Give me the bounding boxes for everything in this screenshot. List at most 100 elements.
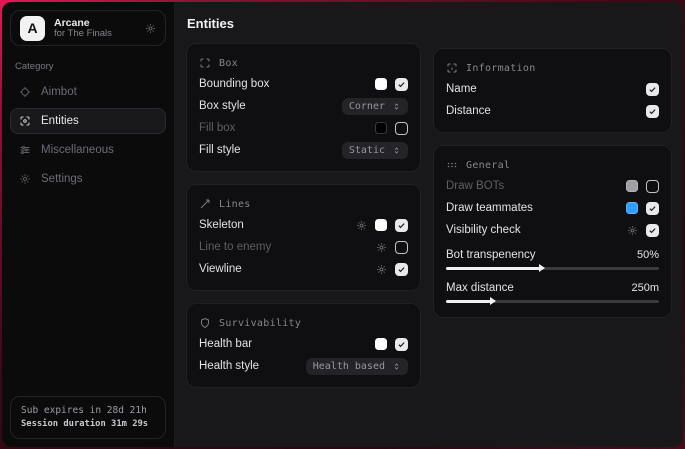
- setting-row: Draw teammates: [446, 197, 659, 219]
- setting-row: Visibility check: [446, 219, 659, 241]
- setting-row: Line to enemy: [199, 236, 408, 258]
- setting-row: Fill style Static: [199, 139, 408, 161]
- checkbox[interactable]: [646, 105, 659, 118]
- setting-row: Health bar: [199, 333, 408, 355]
- dropdown-value: Static: [349, 145, 385, 156]
- dropdown-value: Corner: [349, 101, 385, 112]
- dropdown[interactable]: Health based: [306, 358, 408, 375]
- chevrons-up-down-icon: [392, 362, 401, 371]
- gear-icon: [19, 173, 31, 185]
- app-window: A Arcane for The Finals Category Aimbot: [2, 2, 683, 447]
- setting-label: Bot transpenency: [446, 249, 637, 261]
- main-content: Entities Box Bounding box: [175, 2, 683, 447]
- checkbox[interactable]: [395, 219, 408, 232]
- slider-row: Max distance 250m: [446, 277, 659, 307]
- setting-row: Distance: [446, 100, 659, 122]
- section-title: General: [466, 160, 510, 171]
- checkbox[interactable]: [646, 224, 659, 237]
- slider-thumb[interactable]: [490, 297, 496, 305]
- setting-label: Visibility check: [446, 224, 627, 236]
- chevrons-up-down-icon: [392, 146, 401, 155]
- survivability-section: Survivability Health bar Health style: [186, 303, 421, 388]
- setting-label: Skeleton: [199, 219, 356, 231]
- general-section: General Draw BOTs Draw teammates: [433, 145, 672, 318]
- setting-label: Fill box: [199, 122, 375, 134]
- sidebar-item-label: Settings: [41, 173, 83, 185]
- checkbox[interactable]: [646, 202, 659, 215]
- setting-row: Draw BOTs: [446, 175, 659, 197]
- sidebar: A Arcane for The Finals Category Aimbot: [2, 2, 175, 447]
- setting-label: Distance: [446, 105, 646, 117]
- box-section: Box Bounding box Box style Corne: [186, 43, 421, 172]
- sidebar-item-settings[interactable]: Settings: [10, 166, 166, 192]
- diagonal-line-icon: [199, 198, 211, 210]
- section-title: Information: [466, 63, 536, 74]
- color-swatch[interactable]: [375, 338, 387, 350]
- section-title: Survivability: [219, 318, 301, 329]
- gear-icon[interactable]: [145, 23, 156, 34]
- sidebar-item-miscellaneous[interactable]: Miscellaneous: [10, 137, 166, 163]
- checkbox[interactable]: [646, 180, 659, 193]
- color-swatch[interactable]: [626, 180, 638, 192]
- checkbox[interactable]: [646, 83, 659, 96]
- slider[interactable]: [446, 267, 659, 270]
- slider-row: Bot transpenency 50%: [446, 244, 659, 274]
- sidebar-item-label: Aimbot: [41, 86, 77, 98]
- color-swatch[interactable]: [375, 122, 387, 134]
- page-title: Entities: [187, 16, 672, 31]
- setting-label: Name: [446, 83, 646, 95]
- color-swatch[interactable]: [375, 219, 387, 231]
- dropdown[interactable]: Corner: [342, 98, 408, 115]
- scan-icon: [19, 115, 31, 127]
- checkbox[interactable]: [395, 78, 408, 91]
- gear-icon[interactable]: [627, 225, 638, 236]
- gear-icon[interactable]: [356, 220, 367, 231]
- setting-label: Fill style: [199, 144, 342, 156]
- sidebar-nav: Aimbot Entities Miscellaneous Settings: [10, 79, 166, 192]
- crosshair-icon: [19, 86, 31, 98]
- brand-subtitle: for The Finals: [54, 29, 136, 40]
- box-corners-icon: [199, 57, 211, 69]
- setting-label: Health style: [199, 360, 306, 372]
- slider[interactable]: [446, 300, 659, 303]
- checkbox[interactable]: [395, 241, 408, 254]
- slider-thumb[interactable]: [539, 264, 545, 272]
- information-section: Information Name Distance: [433, 48, 672, 133]
- sidebar-item-aimbot[interactable]: Aimbot: [10, 79, 166, 105]
- dropdown-value: Health based: [313, 361, 385, 372]
- sidebar-item-label: Miscellaneous: [41, 144, 114, 156]
- setting-label: Draw BOTs: [446, 180, 626, 192]
- sidebar-item-entities[interactable]: Entities: [10, 108, 166, 134]
- sub-expires-text: Sub expires in 28d 21h: [21, 404, 155, 418]
- lines-section: Lines Skeleton Line to enemy: [186, 184, 421, 291]
- dropdown[interactable]: Static: [342, 142, 408, 159]
- slider-value: 250m: [631, 282, 659, 294]
- checkbox[interactable]: [395, 122, 408, 135]
- setting-row: Box style Corner: [199, 95, 408, 117]
- setting-row: Fill box: [199, 117, 408, 139]
- chevrons-up-down-icon: [392, 102, 401, 111]
- color-swatch[interactable]: [626, 202, 638, 214]
- setting-label: Health bar: [199, 338, 375, 350]
- checkbox[interactable]: [395, 263, 408, 276]
- checkbox[interactable]: [395, 338, 408, 351]
- brand-card: A Arcane for The Finals: [10, 10, 166, 46]
- setting-row: Bounding box: [199, 73, 408, 95]
- slider-value: 50%: [637, 249, 659, 261]
- brand-logo: A: [20, 16, 45, 41]
- brand-name: Arcane: [54, 17, 136, 29]
- setting-label: Box style: [199, 100, 342, 112]
- gear-icon[interactable]: [376, 242, 387, 253]
- gear-icon[interactable]: [376, 264, 387, 275]
- shield-icon: [199, 317, 211, 329]
- setting-row: Skeleton: [199, 214, 408, 236]
- section-title: Box: [219, 58, 238, 69]
- setting-label: Draw teammates: [446, 202, 626, 214]
- setting-label: Line to enemy: [199, 241, 376, 253]
- setting-label: Viewline: [199, 263, 376, 275]
- color-swatch[interactable]: [375, 78, 387, 90]
- grid-dots-icon: [446, 159, 458, 171]
- category-label: Category: [15, 61, 166, 72]
- setting-label: Max distance: [446, 282, 631, 294]
- session-duration-text: Session duration 31m 29s: [21, 418, 155, 431]
